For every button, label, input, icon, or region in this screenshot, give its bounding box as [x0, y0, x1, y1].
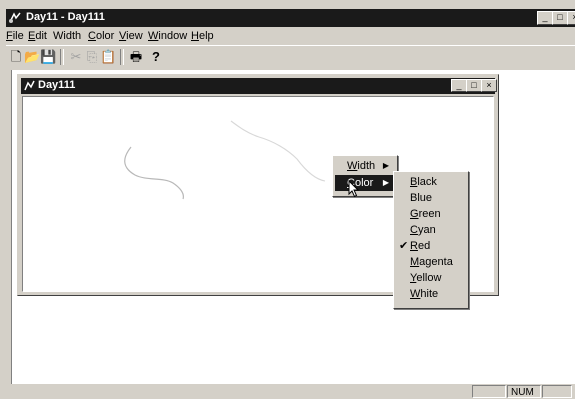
cut-icon[interactable]: ✂ [68, 49, 84, 65]
color-green-label: reen [418, 208, 441, 220]
app-icon [8, 12, 21, 24]
app-title: Day11 - Day111 [26, 11, 105, 23]
menu-view[interactable]: View [119, 30, 143, 42]
color-item-blue[interactable]: Blue [396, 190, 466, 206]
menu-color-mnemonic: C [88, 30, 96, 42]
color-white-label: hite [420, 288, 439, 300]
context-width-label: idth [357, 160, 376, 172]
menu-file[interactable]: File [6, 30, 24, 42]
menu-help-mnemonic: H [191, 30, 199, 42]
toolbar-separator [120, 49, 124, 65]
child-title-bar[interactable]: Day111 _ □ × [21, 78, 497, 94]
status-pane-num: NUM [507, 385, 541, 398]
menu-bar: File Edit Width Color View Window Help [6, 27, 575, 44]
print-icon[interactable]: 🖶 [128, 49, 144, 65]
color-item-red[interactable]: ✔ Red [396, 238, 466, 254]
color-cyan-label: yan [417, 224, 436, 236]
toolbar-separator [60, 49, 64, 65]
child-maximize-button[interactable]: □ [466, 79, 482, 92]
close-button[interactable]: × [567, 11, 575, 25]
color-blue-label: Blue [410, 192, 433, 204]
color-item-green[interactable]: Green [396, 206, 466, 222]
toolbar: 🗋 📂 💾 ✂ ⎘ 📋 🖶 ? [6, 45, 575, 68]
color-green-mnemonic: G [410, 208, 419, 220]
checkmark-icon: ✔ [399, 240, 409, 252]
save-icon[interactable]: 💾 [40, 49, 56, 65]
color-item-white[interactable]: White [396, 286, 466, 302]
color-item-yellow[interactable]: Yellow [396, 270, 466, 286]
menu-width-label: Width [53, 30, 82, 42]
app-title-bar[interactable]: Day11 - Day111 _ □ × [6, 9, 575, 27]
color-item-magenta[interactable]: Magenta [396, 254, 466, 270]
help-icon[interactable]: ? [148, 49, 164, 65]
color-black-label: lack [417, 176, 437, 188]
child-title: Day111 [38, 79, 76, 91]
menu-color[interactable]: Color [88, 30, 114, 42]
submenu-arrow-icon: ▶ [382, 161, 389, 170]
color-item-cyan[interactable]: Cyan [396, 222, 466, 238]
context-width-mnemonic: W [347, 160, 358, 172]
menu-help[interactable]: Help [191, 30, 214, 42]
maximize-button[interactable]: □ [552, 11, 568, 25]
menu-window-mnemonic: W [148, 30, 159, 42]
open-icon[interactable]: 📂 [24, 49, 40, 65]
context-menu: Width ▶ Color ▶ [332, 155, 398, 197]
menu-edit-label: dit [35, 30, 47, 42]
copy-icon[interactable]: ⎘ [84, 49, 100, 65]
color-cyan-mnemonic: C [410, 224, 418, 236]
color-red-mnemonic: R [410, 240, 418, 252]
status-pane-scroll [542, 385, 572, 398]
submenu-arrow-icon: ▶ [382, 178, 389, 187]
minimize-button[interactable]: _ [537, 11, 553, 25]
color-red-label: ed [417, 240, 431, 252]
menu-file-label: ile [12, 30, 24, 42]
menu-file-mnemonic: F [6, 30, 13, 42]
context-menu-color[interactable]: Color ▶ [335, 175, 395, 191]
color-magenta-mnemonic: M [410, 256, 420, 268]
color-magenta-label: agenta [419, 256, 453, 268]
menu-help-label: elp [198, 30, 214, 42]
menu-edit[interactable]: Edit [28, 30, 47, 42]
child-minimize-button[interactable]: _ [451, 79, 467, 92]
menu-window[interactable]: Window [148, 30, 187, 42]
context-menu-width[interactable]: Width ▶ [335, 158, 395, 174]
menu-color-label: olor [95, 30, 115, 42]
color-item-black[interactable]: Black [396, 174, 466, 190]
new-icon[interactable]: 🗋 [8, 49, 24, 65]
menu-window-label: indow [158, 30, 188, 42]
paste-icon[interactable]: 📋 [100, 49, 116, 65]
child-close-button[interactable]: × [481, 79, 497, 92]
menu-view-label: iew [126, 30, 143, 42]
status-pane-caps [472, 385, 506, 398]
menu-width[interactable]: Width [53, 30, 81, 42]
status-bar: NUM [6, 384, 575, 399]
color-white-mnemonic: W [410, 288, 421, 300]
color-yellow-label: ellow [416, 272, 442, 284]
color-submenu: Black Blue Green Cyan ✔ Red Magenta Yell… [393, 171, 469, 309]
